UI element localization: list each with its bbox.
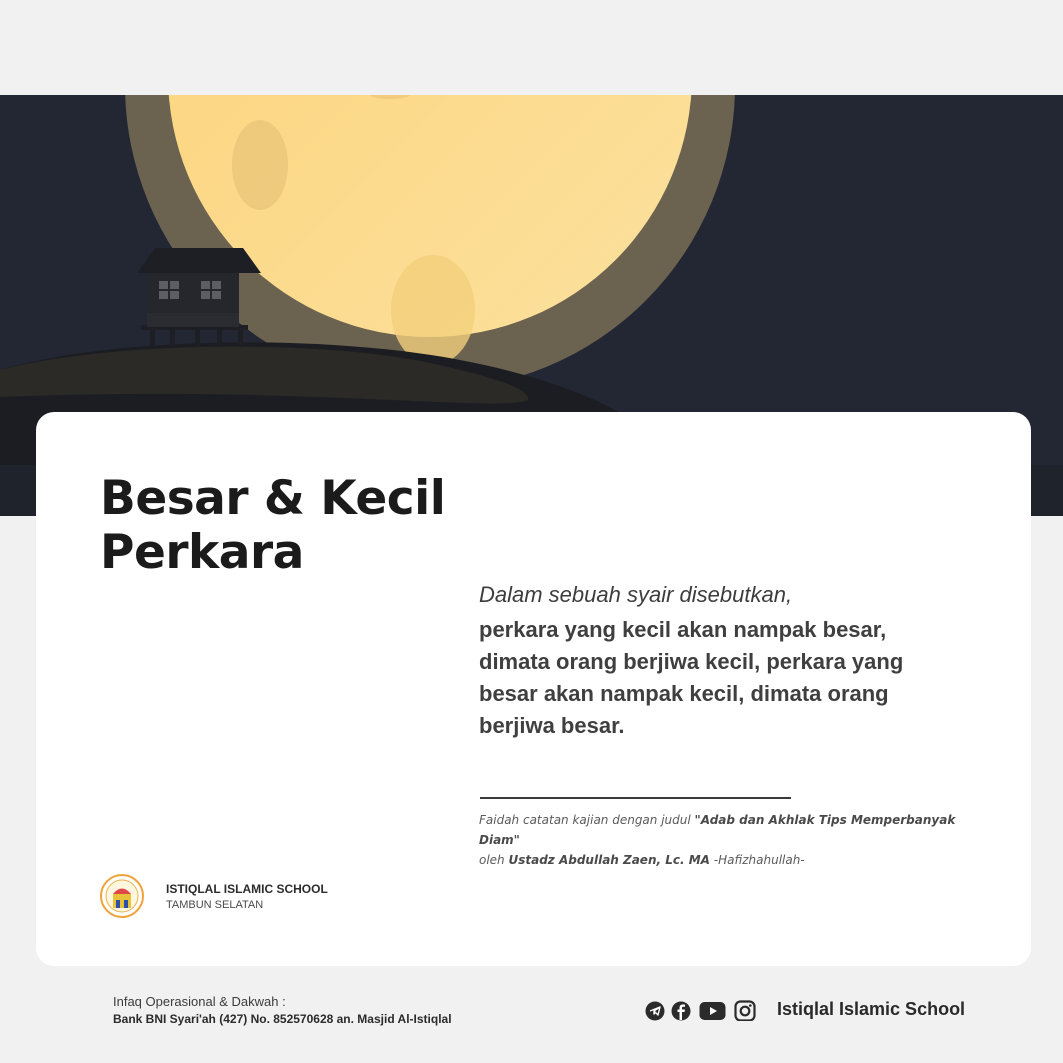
footer-brand-name: Istiqlal Islamic School bbox=[777, 999, 966, 1019]
source-prefix: Faidah catatan kajian dengan judul bbox=[479, 813, 695, 827]
quote-intro: Dalam sebuah syair disebutkan, bbox=[479, 582, 793, 607]
quote-block: Dalam sebuah syair disebutkan, perkara y… bbox=[479, 580, 949, 742]
title-line-1: Besar & Kecil bbox=[100, 471, 446, 526]
school-location: TAMBUN SELATAN bbox=[166, 899, 264, 911]
title-line-2: Perkara bbox=[100, 525, 304, 580]
instagram-icon[interactable] bbox=[734, 999, 756, 1026]
moon-crater bbox=[232, 120, 288, 210]
bank-info: Bank BNI Syari'ah (427) No. 852570628 an… bbox=[113, 1012, 452, 1026]
youtube-icon[interactable] bbox=[699, 999, 726, 1026]
facebook-icon[interactable] bbox=[671, 999, 691, 1026]
divider bbox=[480, 797, 791, 799]
telegram-icon[interactable] bbox=[645, 999, 665, 1026]
quote-body: perkara yang kecil akan nampak besar, di… bbox=[479, 617, 904, 738]
school-name: ISTIQLAL ISLAMIC SCHOOL bbox=[166, 882, 328, 896]
source-speaker: Ustadz Abdullah Zaen, Lc. MA bbox=[508, 853, 710, 867]
school-logo-icon bbox=[100, 874, 144, 918]
post-title: Besar & Kecil Perkara bbox=[100, 472, 480, 580]
infaq-label: Infaq Operasional & Dakwah : bbox=[113, 994, 286, 1009]
source-by: oleh bbox=[479, 853, 509, 867]
source-citation: Faidah catatan kajian dengan judul "Adab… bbox=[479, 810, 999, 870]
moon-crater bbox=[391, 255, 475, 365]
source-suffix: -Hafizhahullah- bbox=[709, 853, 805, 867]
content-card: Besar & Kecil Perkara Dalam sebuah syair… bbox=[36, 412, 1031, 966]
